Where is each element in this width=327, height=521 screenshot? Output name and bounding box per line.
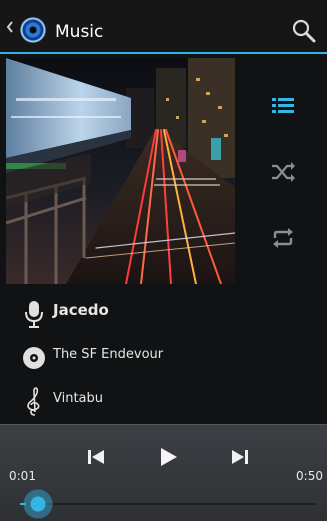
playback-panel: 0:01 0:50 <box>0 424 327 521</box>
artist-name: Jacedo <box>53 301 109 319</box>
album-row: The SF Endevour <box>0 336 327 380</box>
search-icon[interactable] <box>291 18 317 44</box>
composer-name: Vintabu <box>53 391 104 406</box>
seek-thumb[interactable] <box>22 489 53 519</box>
play-icon[interactable] <box>156 445 180 469</box>
artist-row: Jacedo <box>0 292 327 336</box>
previous-track-icon[interactable] <box>84 445 108 469</box>
music-app-icon[interactable] <box>20 17 46 43</box>
page-title: Music <box>55 22 104 42</box>
elapsed-time: 0:01 <box>9 469 36 483</box>
microphone-icon <box>25 301 43 328</box>
album-name: The SF Endevour <box>53 347 164 362</box>
composer-row: Vintabu <box>0 380 327 424</box>
queue-list-icon[interactable] <box>271 94 295 118</box>
music-player-screen: Music Jacedo The SF Endevour Vintabu 0:0… <box>0 0 327 521</box>
duration-time: 0:50 <box>296 469 323 483</box>
seek-bar[interactable] <box>20 503 316 505</box>
repeat-icon[interactable] <box>271 226 295 250</box>
action-bar: Music <box>0 0 327 54</box>
album-art <box>6 58 235 284</box>
album-disc-icon <box>23 347 45 369</box>
up-caret-icon[interactable] <box>6 21 14 33</box>
treble-clef-icon <box>27 387 40 416</box>
next-track-icon[interactable] <box>228 445 252 469</box>
side-controls <box>235 56 327 292</box>
shuffle-icon[interactable] <box>271 160 295 184</box>
